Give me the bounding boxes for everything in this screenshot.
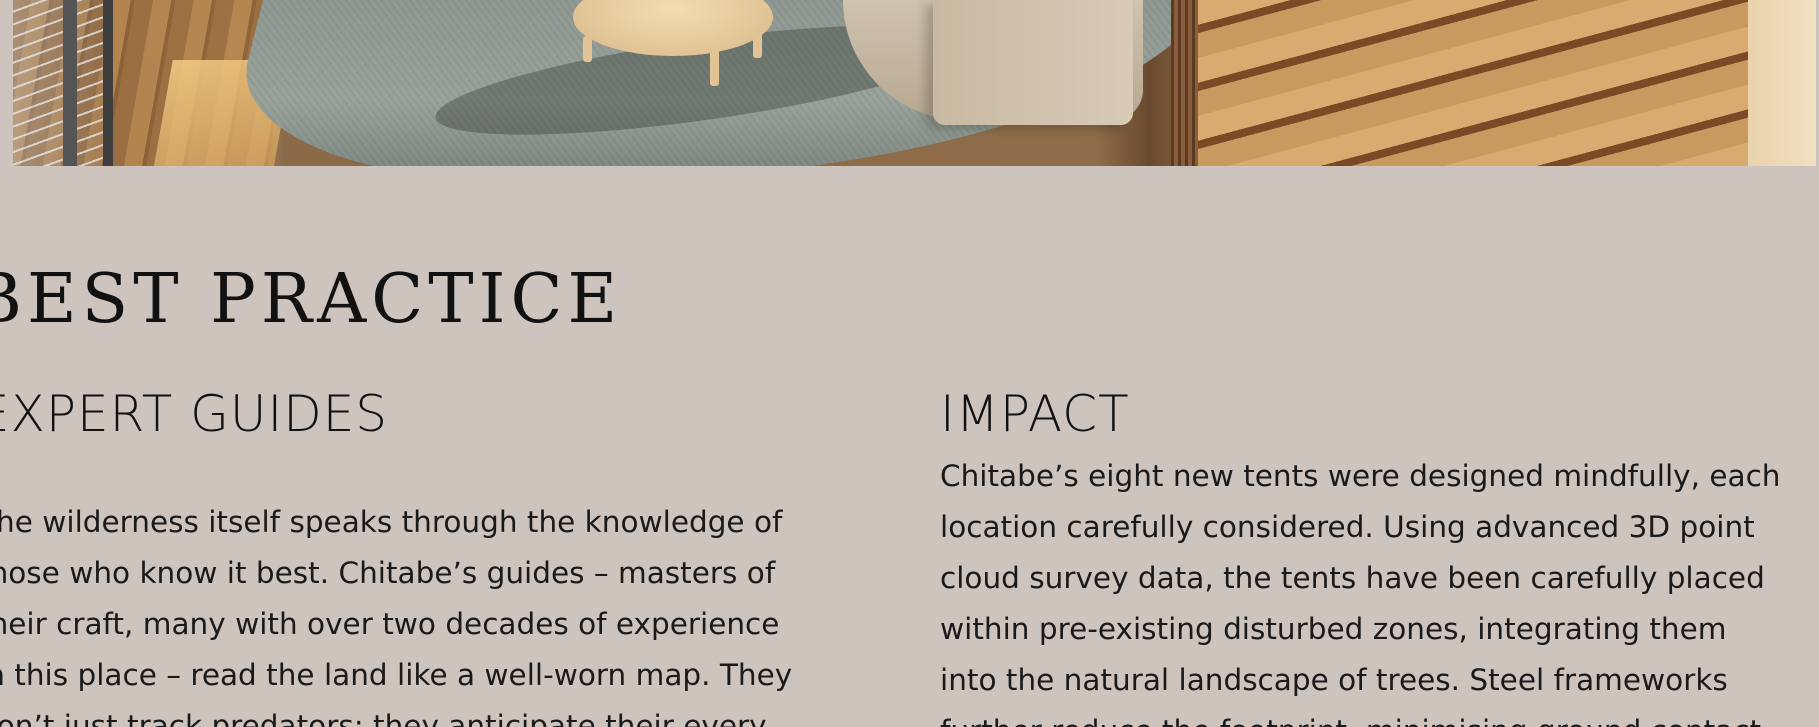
text-line: cloud survey data, the tents have been c… <box>940 561 1765 595</box>
text-line: Chitabe’s eight new tents were designed … <box>940 459 1781 493</box>
text-line: don’t just track predators; they anticip… <box>0 709 767 727</box>
text-line: into the natural landscape of trees. Ste… <box>940 663 1728 697</box>
text-line: within pre-existing disturbed zones, int… <box>940 612 1727 646</box>
hero-image <box>13 0 1816 166</box>
stair-rail <box>1171 0 1199 166</box>
impact-heading: IMPACT <box>940 385 1130 443</box>
expert-guides-heading: EXPERT GUIDES <box>0 385 389 443</box>
text-line: The wilderness itself speaks through the… <box>0 505 783 539</box>
table-leg <box>583 36 592 62</box>
impact-column: IMPACT Chitabe’s eight new tents were de… <box>940 382 1819 727</box>
sofa-arm <box>933 0 1133 125</box>
railing-post <box>63 0 77 166</box>
text-line: location carefully considered. Using adv… <box>940 510 1755 544</box>
wall <box>1748 0 1816 166</box>
text-line: in this place – read the land like a wel… <box>0 658 793 692</box>
stairs <box>1198 0 1758 166</box>
text-line: further reduce the footprint, minimising… <box>940 706 1819 727</box>
section-title: BEST PRACTICE <box>0 260 623 339</box>
impact-text: Chitabe’s eight new tents were designed … <box>940 451 1819 727</box>
text-line: their craft, many with over two decades … <box>0 607 780 641</box>
expert-guides-column: EXPERT GUIDES The wilderness itself spea… <box>0 382 798 727</box>
text-line: those who know it best. Chitabe’s guides… <box>0 556 776 590</box>
expert-guides-text: The wilderness itself speaks through the… <box>0 497 798 727</box>
